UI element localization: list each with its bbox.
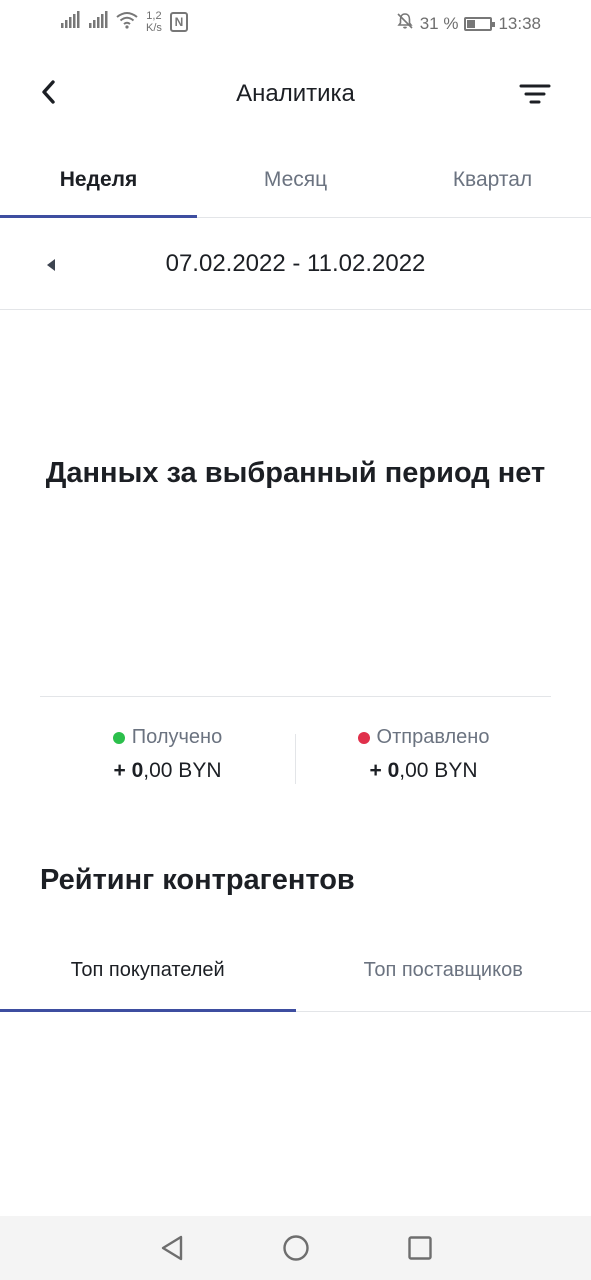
filter-button[interactable] — [515, 76, 555, 112]
sent-amount-int: 0 — [387, 759, 400, 782]
received-amount-int: 0 — [131, 759, 144, 782]
received-total: Получено + 0,00 BYN — [40, 726, 295, 796]
battery-percent: 31 % — [419, 13, 459, 33]
app-bar: Аналитика — [0, 56, 591, 132]
triangle-back-icon — [161, 1235, 182, 1261]
battery-icon — [464, 16, 496, 31]
signal-icon — [60, 10, 80, 34]
period-tabs: Неделя Месяц Квартал — [0, 142, 591, 218]
circle-home-icon — [282, 1235, 309, 1261]
clock: 13:38 — [498, 13, 541, 33]
nfc-icon: N — [169, 12, 188, 32]
sent-sign: + — [369, 759, 382, 782]
received-label-row: Получено — [112, 726, 223, 749]
status-right: 31 % 13:38 — [396, 12, 541, 35]
nav-back-button[interactable] — [152, 1228, 192, 1268]
nav-home-button[interactable] — [276, 1228, 316, 1268]
tab-week[interactable]: Неделя — [0, 142, 197, 218]
bell-muted-icon — [396, 12, 414, 35]
tab-month[interactable]: Месяц — [197, 142, 394, 217]
page-title: Аналитика — [236, 80, 355, 107]
sent-label-row: Отправлено — [357, 726, 490, 749]
filter-icon — [519, 84, 551, 104]
battery-fill — [467, 19, 475, 28]
sent-amount-rest: ,00 BYN — [399, 759, 478, 782]
sent-dot-icon — [357, 731, 370, 744]
rating-title: Рейтинг контрагентов — [40, 864, 355, 896]
sent-total: Отправлено + 0,00 BYN — [296, 726, 551, 796]
received-label: Получено — [131, 726, 223, 748]
system-nav-bar — [0, 1216, 591, 1280]
network-speed-unit: K/s — [146, 22, 162, 34]
totals-summary: Получено + 0,00 BYN Отправлено + 0,00 BY… — [40, 726, 551, 796]
tab-top-buyers[interactable]: Топ покупателей — [0, 930, 296, 1012]
received-dot-icon — [112, 731, 125, 744]
status-bar: 1,2 K/s N 31 % 13:38 — [0, 0, 591, 46]
network-speed: 1,2 K/s — [146, 10, 162, 34]
sent-amount: + 0,00 BYN — [369, 759, 477, 783]
signal-icon-2 — [88, 10, 108, 34]
tab-top-suppliers[interactable]: Топ поставщиков — [296, 930, 591, 1011]
network-speed-value: 1,2 — [146, 10, 162, 22]
wifi-icon — [116, 11, 138, 34]
date-range: 07.02.2022 - 11.02.2022 — [165, 250, 426, 277]
status-left: 1,2 K/s N — [60, 10, 188, 34]
empty-state-message: Данных за выбранный период нет — [45, 457, 546, 489]
rating-tabs: Топ покупателей Топ поставщиков — [0, 930, 591, 1012]
square-recents-icon — [407, 1236, 432, 1260]
date-range-row: 07.02.2022 - 11.02.2022 — [0, 218, 591, 310]
nav-recents-button[interactable] — [400, 1228, 440, 1268]
received-sign: + — [113, 759, 126, 782]
divider — [40, 696, 551, 697]
received-amount-rest: ,00 BYN — [143, 759, 222, 782]
received-amount: + 0,00 BYN — [113, 759, 221, 783]
sent-label: Отправлено — [376, 726, 490, 748]
tab-quarter[interactable]: Квартал — [394, 142, 591, 217]
